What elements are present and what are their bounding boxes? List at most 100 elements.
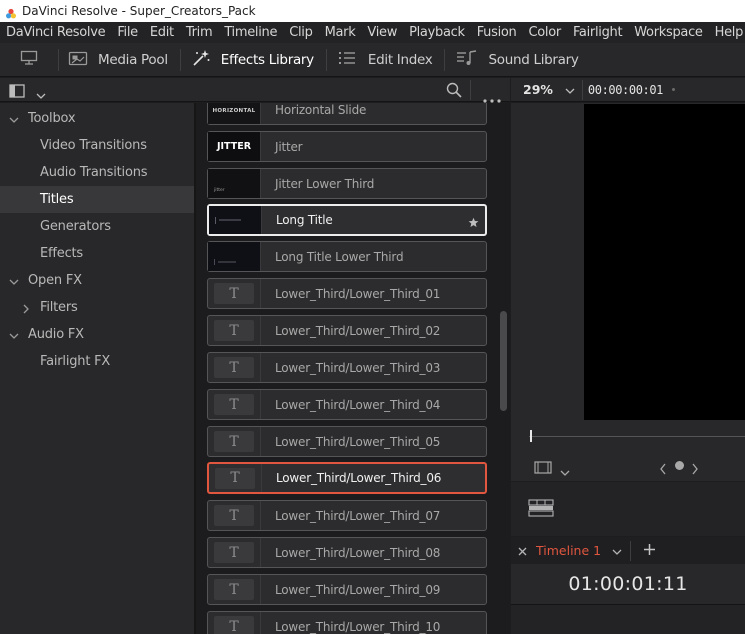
title-thumbnail: JITTER bbox=[208, 132, 261, 161]
favorite-star-icon[interactable] bbox=[468, 213, 479, 232]
sidebar-item-filters[interactable]: Filters bbox=[0, 294, 194, 321]
menu-fusion[interactable]: Fusion bbox=[471, 22, 523, 43]
title-item-long-title[interactable]: Long Title bbox=[207, 204, 487, 236]
menu-mark[interactable]: Mark bbox=[319, 22, 362, 43]
title-item-jitter[interactable]: JITTER Jitter bbox=[207, 131, 487, 162]
chevron-down-icon[interactable] bbox=[560, 462, 570, 481]
chevron-down-icon[interactable] bbox=[9, 114, 19, 124]
title-item-label: Lower_Third/Lower_Third_08 bbox=[275, 545, 441, 560]
title-item-lower-third-07[interactable]: T Lower_Third/Lower_Third_07 bbox=[207, 500, 487, 531]
chevron-right-icon[interactable] bbox=[21, 303, 31, 313]
search-icon[interactable] bbox=[446, 82, 462, 102]
viewer-scrub-bar[interactable] bbox=[511, 421, 745, 451]
sidebar-item-label: Titles bbox=[40, 192, 74, 207]
timeline-timecode[interactable]: 01:00:01:11 bbox=[568, 573, 687, 595]
title-item-lower-third-06[interactable]: T Lower_Third/Lower_Third_06 bbox=[207, 462, 487, 494]
sidebar-item-open-fx[interactable]: Open FX bbox=[0, 267, 194, 294]
menu-trim[interactable]: Trim bbox=[180, 22, 218, 43]
sidebar-item-label: Fairlight FX bbox=[40, 354, 111, 369]
viewer-screen[interactable] bbox=[584, 104, 745, 420]
chevron-down-icon[interactable] bbox=[9, 276, 19, 286]
previous-frame-icon[interactable] bbox=[659, 460, 667, 479]
title-item-lower-third-08[interactable]: T Lower_Third/Lower_Third_08 bbox=[207, 537, 487, 568]
zoom-level[interactable]: 29% bbox=[523, 82, 553, 97]
sidebar-item-toolbox[interactable]: Toolbox bbox=[0, 105, 194, 132]
sidebar-item-titles[interactable]: Titles bbox=[0, 186, 194, 213]
menu-playback[interactable]: Playback bbox=[403, 22, 471, 43]
menu-timeline[interactable]: Timeline bbox=[218, 22, 283, 43]
title-item-lower-third-02[interactable]: T Lower_Third/Lower_Third_02 bbox=[207, 315, 487, 346]
viewer-timecode[interactable]: 00:00:00:01 bbox=[588, 83, 663, 97]
playhead[interactable] bbox=[530, 430, 532, 442]
thumbnail-graphic bbox=[218, 261, 236, 263]
menu-help[interactable]: Help bbox=[709, 22, 745, 43]
media-pool-button[interactable]: Media Pool bbox=[59, 43, 180, 77]
sound-library-button[interactable]: Sound Library bbox=[445, 43, 579, 77]
effects-sidebar: Toolbox Video Transitions Audio Transiti… bbox=[0, 103, 194, 634]
chevron-down-icon[interactable] bbox=[612, 541, 622, 560]
title-item-lower-third-05[interactable]: T Lower_Third/Lower_Third_05 bbox=[207, 426, 487, 457]
title-item-horizontal-slide[interactable]: HORIZONTAL Horizontal Slide bbox=[207, 103, 487, 125]
title-thumbnail: T bbox=[208, 353, 261, 382]
menu-color[interactable]: Color bbox=[522, 22, 566, 43]
chevron-down-icon[interactable] bbox=[36, 85, 46, 104]
menu-workspace[interactable]: Workspace bbox=[628, 22, 708, 43]
sidebar-item-video-transitions[interactable]: Video Transitions bbox=[0, 132, 194, 159]
title-thumbnail: T bbox=[208, 316, 261, 345]
title-item-lower-third-03[interactable]: T Lower_Third/Lower_Third_03 bbox=[207, 352, 487, 383]
title-thumbnail: T bbox=[209, 464, 262, 492]
toolbar: Media Pool Effects Library Edit Index So… bbox=[0, 43, 745, 77]
thumbnail-graphic bbox=[219, 219, 241, 221]
tab-divider bbox=[630, 540, 632, 561]
title-thumbnail: T bbox=[208, 427, 261, 456]
title-thumbnail: T bbox=[208, 501, 261, 530]
sidebar-item-label: Video Transitions bbox=[40, 138, 147, 153]
effects-library-button[interactable]: Effects Library bbox=[181, 43, 326, 77]
title-item-lower-third-01[interactable]: T Lower_Third/Lower_Third_01 bbox=[207, 278, 487, 309]
close-icon[interactable] bbox=[518, 541, 527, 560]
timeline-track-area[interactable] bbox=[511, 604, 745, 634]
menu-davinci-resolve[interactable]: DaVinci Resolve bbox=[0, 22, 111, 43]
sidebar-item-generators[interactable]: Generators bbox=[0, 213, 194, 240]
title-item-long-title-lower-third[interactable]: Long Title Lower Third bbox=[207, 241, 487, 272]
chevron-down-icon[interactable] bbox=[9, 330, 19, 340]
add-timeline-icon[interactable] bbox=[643, 541, 656, 560]
title-item-jitter-lower-third[interactable]: jitter Jitter Lower Third bbox=[207, 168, 487, 199]
timeline-tab-label[interactable]: Timeline 1 bbox=[536, 543, 601, 558]
menu-clip[interactable]: Clip bbox=[283, 22, 318, 43]
menu-file[interactable]: File bbox=[111, 22, 144, 43]
titles-list-scrollbar[interactable] bbox=[500, 311, 507, 411]
app-window: DaVinci Resolve - Super_Creators_Pack Da… bbox=[0, 0, 745, 634]
title-item-label: Lower_Third/Lower_Third_09 bbox=[275, 582, 441, 597]
title-item-lower-third-04[interactable]: T Lower_Third/Lower_Third_04 bbox=[207, 389, 487, 420]
menu-edit[interactable]: Edit bbox=[144, 22, 180, 43]
next-frame-icon[interactable] bbox=[691, 460, 699, 479]
zoom-dropdown-chevron-icon[interactable] bbox=[565, 80, 575, 99]
text-title-icon: T bbox=[214, 394, 254, 415]
sidebar-item-audio-fx[interactable]: Audio FX bbox=[0, 321, 194, 348]
title-thumbnail: T bbox=[208, 390, 261, 419]
text-title-icon: T bbox=[214, 616, 254, 634]
status-dot bbox=[672, 88, 675, 91]
menu-fairlight[interactable]: Fairlight bbox=[567, 22, 628, 43]
titles-list: HORIZONTAL Horizontal Slide JITTER Jitte… bbox=[196, 103, 510, 634]
sidebar-item-label: Effects bbox=[40, 246, 83, 261]
sidebar-item-audio-transitions[interactable]: Audio Transitions bbox=[0, 159, 194, 186]
sidebar-item-label: Audio FX bbox=[28, 327, 84, 342]
sidebar-item-fairlight-fx[interactable]: Fairlight FX bbox=[0, 348, 194, 375]
text-title-icon: T bbox=[214, 505, 254, 526]
workspace-layout-button[interactable] bbox=[0, 43, 58, 77]
menu-view[interactable]: View bbox=[361, 22, 403, 43]
sidebar-toggle-icon[interactable] bbox=[9, 83, 25, 102]
title-thumbnail: jitter bbox=[208, 169, 261, 198]
list-icon bbox=[338, 51, 356, 69]
window-title: DaVinci Resolve - Super_Creators_Pack bbox=[22, 4, 256, 18]
edit-index-button[interactable]: Edit Index bbox=[327, 43, 445, 77]
title-item-label: Lower_Third/Lower_Third_10 bbox=[275, 619, 441, 634]
title-item-lower-third-09[interactable]: T Lower_Third/Lower_Third_09 bbox=[207, 574, 487, 605]
viewer-mode-icon[interactable] bbox=[534, 459, 552, 478]
stop-dot-icon[interactable] bbox=[675, 461, 684, 470]
timeline-view-options-icon[interactable] bbox=[528, 499, 554, 521]
sidebar-item-effects[interactable]: Effects bbox=[0, 240, 194, 267]
title-item-lower-third-10[interactable]: T Lower_Third/Lower_Third_10 bbox=[207, 611, 487, 634]
